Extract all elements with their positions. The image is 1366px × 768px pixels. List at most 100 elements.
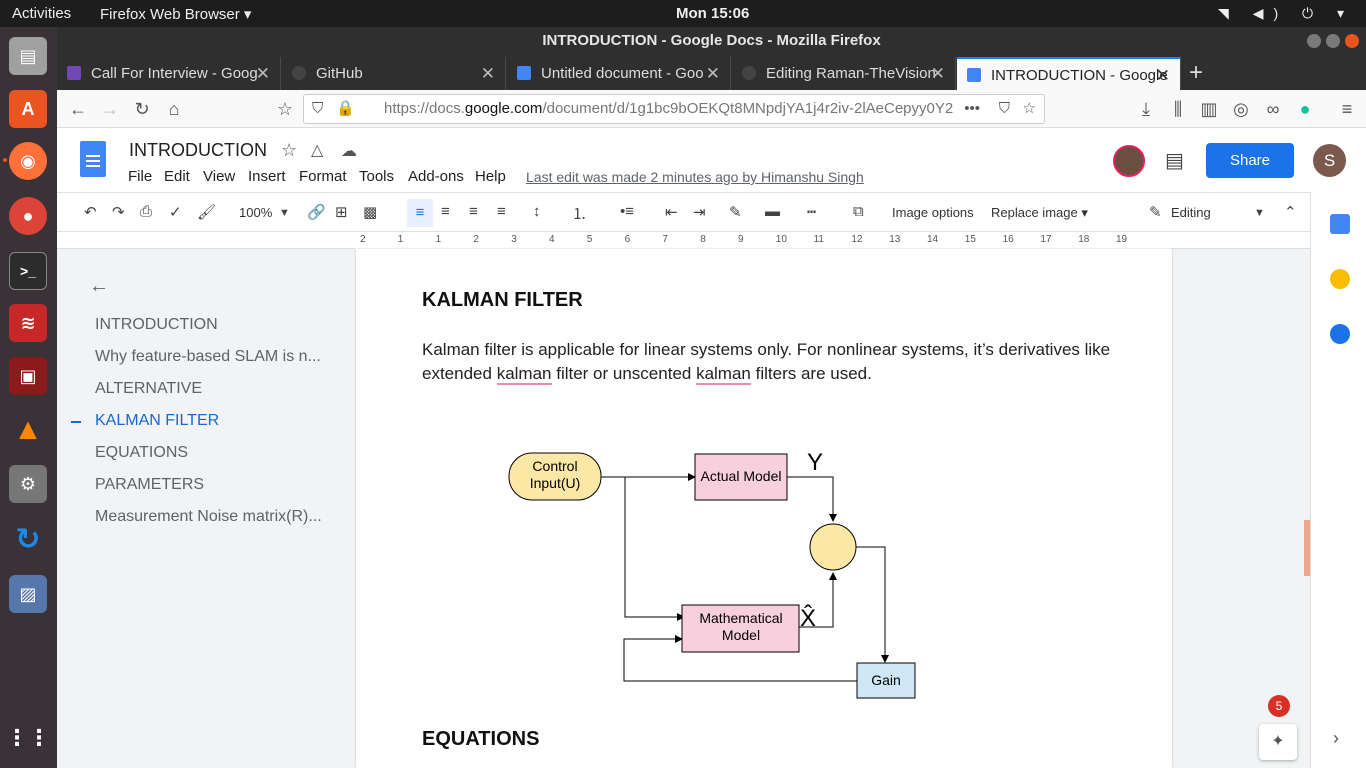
document-page[interactable]: KALMAN FILTER Kalman filter is applicabl… xyxy=(356,249,1172,768)
forward-icon[interactable]: → xyxy=(99,98,121,120)
keep-icon[interactable] xyxy=(1330,269,1350,289)
border-weight-icon[interactable]: ▬ xyxy=(765,203,780,220)
menu-help[interactable]: Help xyxy=(475,168,506,185)
close-outline-icon[interactable]: ← xyxy=(89,275,109,298)
clock[interactable]: Mon 15:06 xyxy=(676,5,749,22)
vpn-icon[interactable]: ∞ xyxy=(1262,98,1284,120)
paragraph[interactable]: Kalman filter is applicable for linear s… xyxy=(422,338,1142,386)
maximize-icon[interactable] xyxy=(1326,34,1340,48)
spellcheck-icon[interactable]: ✓ xyxy=(169,203,182,221)
star-icon[interactable]: ☆ xyxy=(281,140,297,161)
kalman-diagram[interactable]: Control Input(U) Actual Model Y Mathemat… xyxy=(506,444,926,704)
share-button[interactable]: Share xyxy=(1206,143,1294,178)
outline-item-introduction[interactable]: INTRODUCTION xyxy=(95,316,218,334)
library-icon[interactable]: ⫼ xyxy=(1167,98,1189,120)
border-dash-icon[interactable]: ┅ xyxy=(807,203,816,221)
chevron-down-icon[interactable]: ▼ xyxy=(1254,207,1265,219)
downloads-icon[interactable]: ⤓ xyxy=(1135,98,1157,120)
outline-item-alternative[interactable]: ALTERNATIVE xyxy=(95,380,202,398)
tab-untitled-document[interactable]: Untitled document - Goo ✕ xyxy=(507,57,731,90)
comments-icon[interactable]: ▤ xyxy=(1165,148,1184,173)
border-color-icon[interactable]: ✎ xyxy=(729,203,742,221)
redo-icon[interactable]: ↷ xyxy=(112,203,125,221)
align-center-icon[interactable]: ≡ xyxy=(441,203,450,220)
software-center-icon[interactable]: A xyxy=(9,90,47,128)
back-icon[interactable]: ← xyxy=(67,98,89,120)
align-left-icon[interactable]: ≡ xyxy=(407,199,433,227)
collaborator-avatar[interactable] xyxy=(1113,145,1145,177)
misspelled-word[interactable]: kalman xyxy=(696,364,751,385)
firefox-icon[interactable]: ◉ xyxy=(9,142,47,180)
outline-item-parameters[interactable]: PARAMETERS xyxy=(95,476,204,494)
outline-item-why-feature-based[interactable]: Why feature-based SLAM is n... xyxy=(95,348,321,366)
account-icon[interactable]: ◎ xyxy=(1230,98,1252,120)
paint-format-icon[interactable]: 🖌 xyxy=(197,203,216,221)
menu-insert[interactable]: Insert xyxy=(248,168,286,185)
image-viewer-icon[interactable]: ▨ xyxy=(9,575,47,613)
close-window-icon[interactable] xyxy=(1345,34,1359,48)
outline-item-kalman-filter[interactable]: KALMAN FILTER xyxy=(95,412,219,430)
menu-tools[interactable]: Tools xyxy=(359,168,394,185)
line-spacing-icon[interactable]: ↕ xyxy=(533,203,541,220)
decrease-indent-icon[interactable]: ⇤ xyxy=(665,203,678,221)
replace-image-button[interactable]: Replace image ▾ xyxy=(991,205,1088,221)
align-right-icon[interactable]: ≡ xyxy=(469,203,478,220)
files-icon[interactable]: ▤ xyxy=(9,37,47,75)
misspelled-word[interactable]: kalman xyxy=(496,364,552,385)
calendar-icon[interactable] xyxy=(1330,214,1350,234)
tab-call-for-interview[interactable]: Call For Interview - Goog ✕ xyxy=(57,57,281,90)
document-title[interactable]: INTRODUCTION xyxy=(129,140,267,161)
lock-icon[interactable]: 🔒 xyxy=(336,95,355,123)
shield-icon[interactable]: ⛉ xyxy=(312,95,323,123)
expand-panel-icon[interactable]: › xyxy=(1333,728,1339,749)
home-icon[interactable]: ⌂ xyxy=(163,98,185,120)
numbered-list-icon[interactable]: ⒈ xyxy=(572,203,587,224)
settings-icon[interactable]: ⚙ xyxy=(9,465,47,503)
undo-icon[interactable]: ↶ xyxy=(84,203,97,221)
pocket-icon[interactable]: ⛉ xyxy=(998,95,1010,123)
menu-edit[interactable]: Edit xyxy=(164,168,190,185)
pdf-viewer-icon[interactable]: ≋ xyxy=(9,304,47,342)
image-options-button[interactable]: Image options xyxy=(892,205,974,220)
menu-icon[interactable]: ≡ xyxy=(1336,98,1358,120)
tab-introduction[interactable]: INTRODUCTION - Google ✕ xyxy=(957,57,1181,90)
app-menu[interactable]: Firefox Web Browser ▾ xyxy=(100,5,251,23)
terminal-icon[interactable]: >_ xyxy=(9,252,47,290)
chevron-down-icon[interactable]: ▼ xyxy=(279,207,290,219)
bulleted-list-icon[interactable]: •≡ xyxy=(620,203,634,220)
close-tab-icon[interactable]: ✕ xyxy=(481,57,495,90)
new-tab-button[interactable]: + xyxy=(1189,59,1203,87)
print-icon[interactable]: ⎙ xyxy=(140,203,152,220)
menu-view[interactable]: View xyxy=(203,168,235,185)
grammarly-icon[interactable]: ● xyxy=(1294,98,1316,120)
zoom-select[interactable]: 100% xyxy=(239,205,272,220)
close-tab-icon[interactable]: ✕ xyxy=(1156,59,1170,90)
outline-item-measurement-noise[interactable]: Measurement Noise matrix(R)... xyxy=(95,508,322,526)
avatar[interactable]: S xyxy=(1313,144,1346,177)
insert-image-icon[interactable]: ▩ xyxy=(363,203,377,221)
menu-file[interactable]: File xyxy=(128,168,152,185)
vlc-icon[interactable]: ▲ xyxy=(9,411,47,449)
activities-button[interactable]: Activities xyxy=(12,5,71,22)
chrome-icon[interactable]: ● xyxy=(9,197,47,235)
bookmark-icon[interactable]: ☆ xyxy=(1022,95,1036,123)
menu-format[interactable]: Format xyxy=(299,168,347,185)
close-tab-icon[interactable]: ✕ xyxy=(256,57,270,90)
ruler[interactable]: 2 1 1 2 3 4 5 6 7 8 9 10 11 12 13 14 15 16 17 18 19 xyxy=(57,232,1310,249)
close-tab-icon[interactable]: ✕ xyxy=(931,57,945,90)
increase-indent-icon[interactable]: ⇥ xyxy=(693,203,706,221)
crop-icon[interactable]: ⧉ xyxy=(853,203,864,220)
url-bar[interactable]: ⛉ 🔒 https://docs.google.com/document/d/1… xyxy=(303,94,1045,124)
menu-addons[interactable]: Add-ons xyxy=(408,168,464,185)
close-tab-icon[interactable]: ✕ xyxy=(706,57,720,90)
add-comment-icon[interactable]: ⊞ xyxy=(335,203,348,221)
page-actions-icon[interactable]: ••• xyxy=(958,95,980,123)
cloud-saved-icon[interactable]: ☁ xyxy=(341,141,357,161)
minimize-icon[interactable] xyxy=(1307,34,1321,48)
editing-mode-select[interactable]: Editing xyxy=(1171,205,1211,220)
outline-item-equations[interactable]: EQUATIONS xyxy=(95,444,188,462)
insert-link-icon[interactable]: 🔗 xyxy=(307,203,326,221)
heading-equations[interactable]: EQUATIONS xyxy=(422,728,539,751)
reload-icon[interactable]: ↻ xyxy=(131,98,153,120)
show-apps-icon[interactable]: ⋮⋮ xyxy=(6,719,50,757)
